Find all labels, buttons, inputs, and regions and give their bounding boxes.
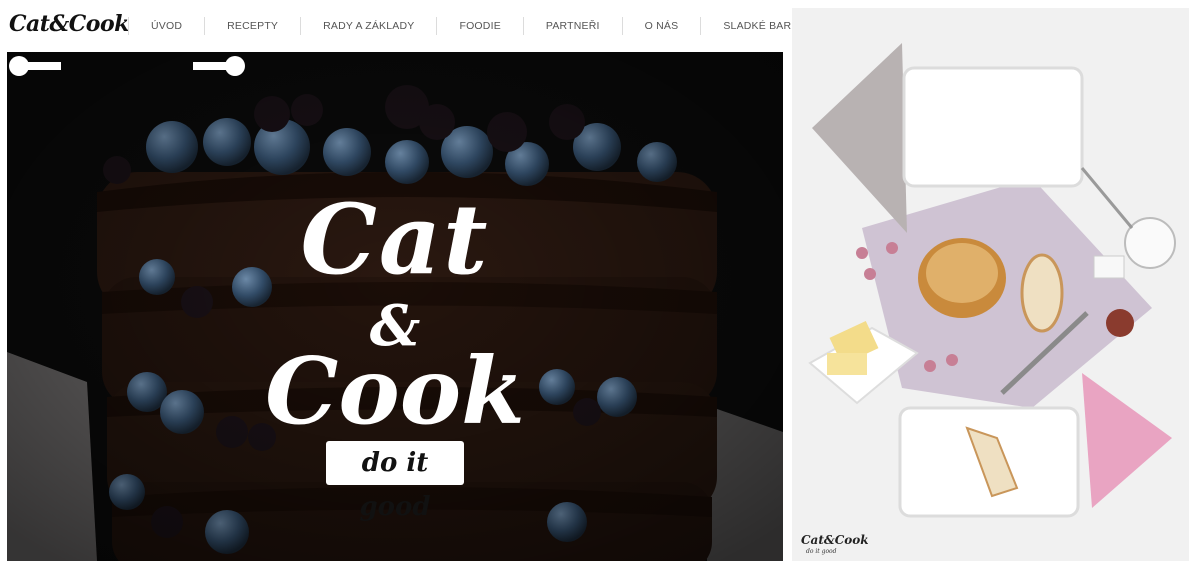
hero-banner: Cat & Cook do it good (7, 52, 783, 561)
hero-title-cook: Cook (265, 337, 525, 445)
photo-watermark-logo: Cat&Cook (801, 533, 869, 547)
bread-breakfast-image (792, 8, 1189, 561)
nav-item-rady-a-zaklady[interactable]: RADY A ZÁKLADY (301, 20, 436, 32)
photo-watermark-tagline: do it good (806, 548, 837, 555)
site-logo[interactable]: Cat&Cook (9, 11, 129, 37)
hero-tagline: do it good (326, 441, 464, 522)
hero-title-cat: Cat (300, 183, 490, 296)
main-nav: ÚVOD RECEPTY RADY A ZÁKLADY FOODIE PARTN… (128, 0, 791, 52)
rolling-pin-icon (9, 56, 245, 76)
nav-item-sladke-bar[interactable]: SLADKÉ BAR (701, 20, 791, 32)
nav-item-foodie[interactable]: FOODIE (437, 20, 522, 32)
nav-item-uvod[interactable]: ÚVOD (129, 20, 204, 32)
side-photo: Cat&Cook do it good (792, 8, 1189, 561)
nav-item-recepty[interactable]: RECEPTY (205, 20, 300, 32)
nav-item-o-nas[interactable]: O NÁS (623, 20, 701, 32)
nav-item-partneri[interactable]: PARTNEŘI (524, 20, 622, 32)
site-header: Cat&Cook ÚVOD RECEPTY RADY A ZÁKLADY FOO… (0, 0, 791, 52)
